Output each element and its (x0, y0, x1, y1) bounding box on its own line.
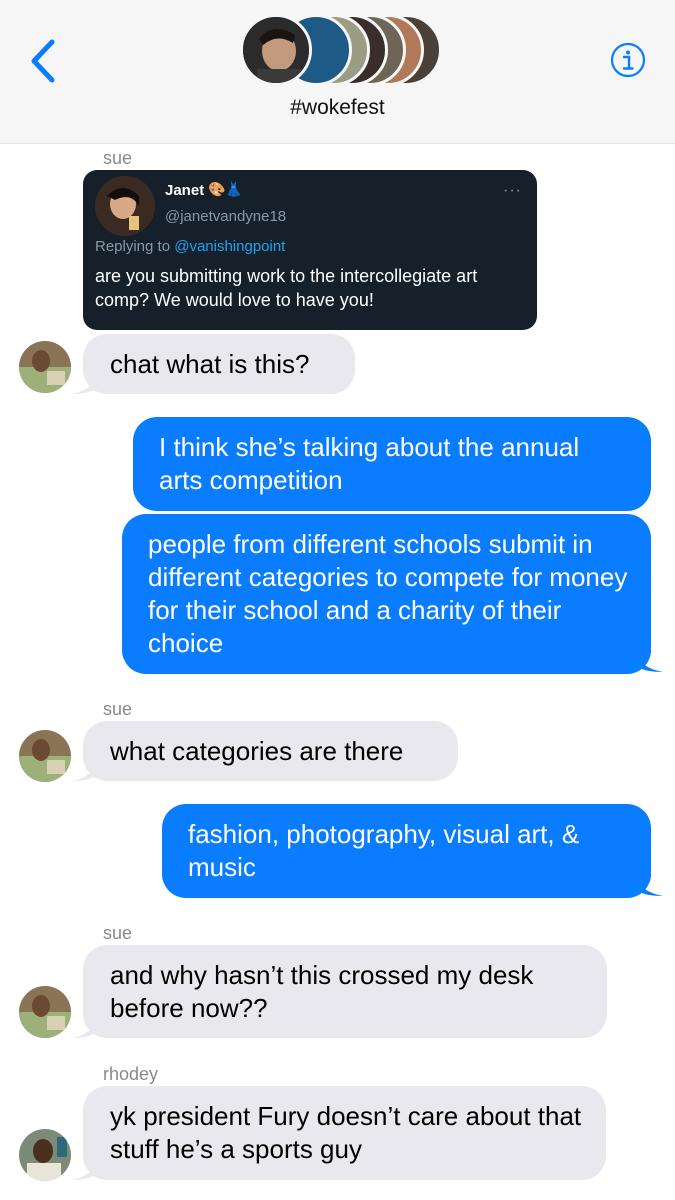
sender-name: sue (103, 923, 133, 943)
sender-name: sue (103, 148, 133, 168)
message-bubble-incoming[interactable]: yk president Fury doesn’t care about tha… (83, 1086, 606, 1180)
message-bubble-outgoing[interactable]: I think she’s talking about the annual a… (133, 417, 651, 511)
message-bubble-outgoing[interactable]: people from different schools submit in … (122, 514, 651, 674)
group-title[interactable]: #wokefest (0, 96, 675, 120)
sender-name: rhodey (103, 1064, 159, 1084)
bubble-tail (72, 1012, 100, 1038)
bubble-tail (72, 755, 100, 781)
tweet-body: are you submitting work to the intercoll… (95, 266, 478, 310)
conversation-header: #wokefest (0, 0, 675, 144)
message-text: fashion, photography, visual art, & musi… (188, 819, 580, 882)
message-bubble-incoming[interactable]: chat what is this? (83, 334, 355, 394)
info-icon[interactable] (610, 42, 646, 78)
back-chevron-icon[interactable] (26, 36, 62, 86)
message-text: I think she’s talking about the annual a… (159, 432, 580, 495)
message-text: people from different schools submit in … (148, 529, 628, 658)
sender-avatar-sue (19, 986, 71, 1038)
tweet-avatar (95, 176, 155, 236)
tweet-attachment[interactable]: Janet 🎨👗 @janetvandyne18 ··· Replying to… (83, 170, 537, 330)
message-text: and why hasn’t this crossed my desk befo… (110, 960, 534, 1023)
message-bubble-incoming[interactable]: what categories are there (83, 721, 458, 781)
sender-name: sue (103, 699, 133, 719)
bubble-tail (633, 646, 663, 672)
message-text: what categories are there (110, 736, 404, 766)
message-text: chat what is this? (110, 349, 310, 379)
message-bubble-outgoing[interactable]: fashion, photography, visual art, & musi… (162, 804, 651, 898)
bubble-tail (72, 1154, 100, 1180)
tweet-author-handle: @janetvandyne18 (165, 208, 287, 225)
replying-to-link[interactable]: @vanishingpoint (174, 238, 285, 255)
message-bubble-incoming[interactable]: and why hasn’t this crossed my desk befo… (83, 945, 607, 1038)
tweet-replying-to: Replying to @vanishingpoint (95, 238, 285, 255)
group-avatars[interactable] (240, 14, 442, 86)
bubble-tail (633, 870, 663, 896)
tweet-more-icon[interactable]: ··· (503, 182, 522, 200)
bubble-tail (72, 368, 100, 394)
tweet-author-emoji: 🎨👗 (208, 181, 243, 197)
sender-avatar-sue (19, 341, 71, 393)
sender-avatar-sue (19, 730, 71, 782)
sender-avatar-rhodey (19, 1129, 71, 1181)
message-text: yk president Fury doesn’t care about tha… (110, 1101, 582, 1164)
tweet-author-name: Janet (165, 182, 205, 199)
group-avatar (240, 14, 312, 86)
replying-prefix: Replying to (95, 238, 175, 255)
